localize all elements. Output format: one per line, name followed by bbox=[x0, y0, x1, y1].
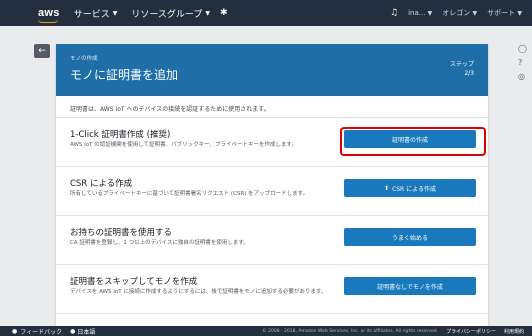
arrow-left-icon: ← bbox=[38, 46, 46, 56]
option-title: 1-Click 証明書作成 (推奨) bbox=[70, 130, 171, 140]
services-menu[interactable]: サービス ▼ bbox=[74, 7, 118, 20]
footer-bar: ● フィードバック ● 日本語 © 2008 - 2018, Amazon Web … bbox=[0, 326, 532, 336]
chevron-down-icon: ▼ bbox=[472, 10, 478, 17]
support-menu[interactable]: サポート ▼ bbox=[487, 8, 522, 18]
feedback-label: フィードバック bbox=[20, 328, 63, 336]
language-label: 日本語 bbox=[77, 328, 96, 336]
speech-bubble-icon: ● bbox=[12, 327, 18, 335]
create-with-csr-button[interactable]: ⬆ CSR による作成 bbox=[344, 179, 476, 197]
help-icon[interactable]: ? bbox=[518, 58, 527, 67]
intro-text: 証明書は、AWS IoT へのデバイスの接続を認証するために使用されます。 bbox=[56, 96, 488, 118]
feedback-link[interactable]: ● フィードバック bbox=[12, 327, 62, 336]
top-navigation-bar: aws サービス ▼ リソースグループ ▼ ✱ ♫ ina... ▼ オレゴン ▼ … bbox=[0, 0, 532, 26]
button-label: うまく始める bbox=[391, 234, 428, 242]
back-button[interactable]: ← bbox=[34, 44, 50, 58]
region-label: オレゴン bbox=[442, 9, 471, 17]
pin-icon[interactable]: ✱ bbox=[220, 8, 228, 18]
highlight-annotation bbox=[340, 127, 486, 156]
resource-groups-label: リソースグループ bbox=[131, 9, 203, 20]
option-title: 証明書をスキップしてモノを作成 bbox=[70, 277, 198, 287]
services-label: サービス bbox=[73, 9, 110, 20]
chevron-down-icon: ▼ bbox=[205, 9, 210, 17]
add-certificate-card: モノの作成 モノに証明書を追加 ステップ 2/3 証明書は、AWS IoT への… bbox=[56, 44, 488, 326]
step-label: ステップ bbox=[449, 61, 474, 68]
language-selector[interactable]: ● 日本語 bbox=[70, 327, 95, 336]
option-row: お持ちの証明書を使用する CA 証明書を登録し、1 つ以上のデバイスに独自の証明… bbox=[56, 216, 488, 265]
top-nav-right: ♫ ina... ▼ オレゴン ▼ サポート ▼ bbox=[390, 8, 522, 18]
right-side-icons: ◯ ? ◎ bbox=[518, 44, 527, 81]
bell-icon[interactable]: ♫ bbox=[390, 8, 398, 18]
option-description: AWS IoT の認証機関を使用して証明書、パブリックキー、プライベートキーを作… bbox=[70, 142, 297, 148]
step-value: 2/3 bbox=[464, 70, 474, 77]
create-thing-without-certificate-button[interactable]: 証明書なしでモノを作成 bbox=[344, 277, 476, 295]
option-title: お持ちの証明書を使用する bbox=[70, 228, 173, 238]
option-description: 所有しているプライベートキーに基づいて証明書署名リクエスト (CSR) をアップ… bbox=[70, 191, 309, 197]
breadcrumb[interactable]: モノの作成 bbox=[70, 54, 98, 62]
option-title: CSR による作成 bbox=[70, 179, 133, 189]
support-label: サポート bbox=[487, 9, 516, 17]
button-label: 証明書なしでモノを作成 bbox=[377, 283, 443, 291]
button-label: CSR による作成 bbox=[392, 185, 436, 193]
bell-outline-icon[interactable]: ◯ bbox=[518, 44, 527, 53]
logo-smile bbox=[38, 19, 58, 23]
user-menu[interactable]: ina... ▼ bbox=[408, 9, 432, 17]
user-label: ina... bbox=[408, 9, 426, 17]
option-description: CA 証明書を登録し、1 つ以上のデバイスに独自の証明書を使用します。 bbox=[70, 240, 249, 246]
option-description: デバイスを AWS IoT に接続に作成するようにするには、後で証明書をモノに追… bbox=[70, 289, 327, 295]
page-title: モノに証明書を追加 bbox=[70, 68, 179, 82]
settings-icon[interactable]: ◎ bbox=[518, 72, 527, 81]
option-row: 証明書をスキップしてモノを作成 デバイスを AWS IoT に接続に作成するよう… bbox=[56, 265, 488, 314]
chevron-down-icon: ▼ bbox=[427, 10, 433, 17]
chevron-down-icon: ▼ bbox=[112, 9, 118, 17]
card-header: モノの作成 モノに証明書を追加 ステップ 2/3 bbox=[56, 44, 488, 96]
region-menu[interactable]: オレゴン ▼ bbox=[442, 8, 477, 18]
resource-groups-menu[interactable]: リソースグループ ▼ bbox=[131, 7, 210, 20]
logo-text: aws bbox=[38, 7, 60, 19]
footer-links: プライバシーポリシー 利用規約 bbox=[446, 328, 524, 335]
globe-icon: ● bbox=[70, 327, 76, 335]
step-indicator: ステップ 2/3 bbox=[450, 60, 474, 78]
aws-logo[interactable]: aws bbox=[38, 7, 60, 23]
chevron-down-icon: ▼ bbox=[517, 10, 522, 17]
option-row: CSR による作成 所有しているプライベートキーに基づいて証明書署名リクエスト … bbox=[56, 167, 488, 216]
privacy-policy-link[interactable]: プライバシーポリシー bbox=[446, 328, 496, 335]
upload-icon: ⬆ bbox=[384, 184, 390, 192]
get-started-button[interactable]: うまく始める bbox=[344, 228, 476, 246]
copyright-text: © 2008 - 2018, Amazon Web Services, Inc.… bbox=[262, 328, 439, 334]
terms-link[interactable]: 利用規約 bbox=[504, 328, 524, 335]
